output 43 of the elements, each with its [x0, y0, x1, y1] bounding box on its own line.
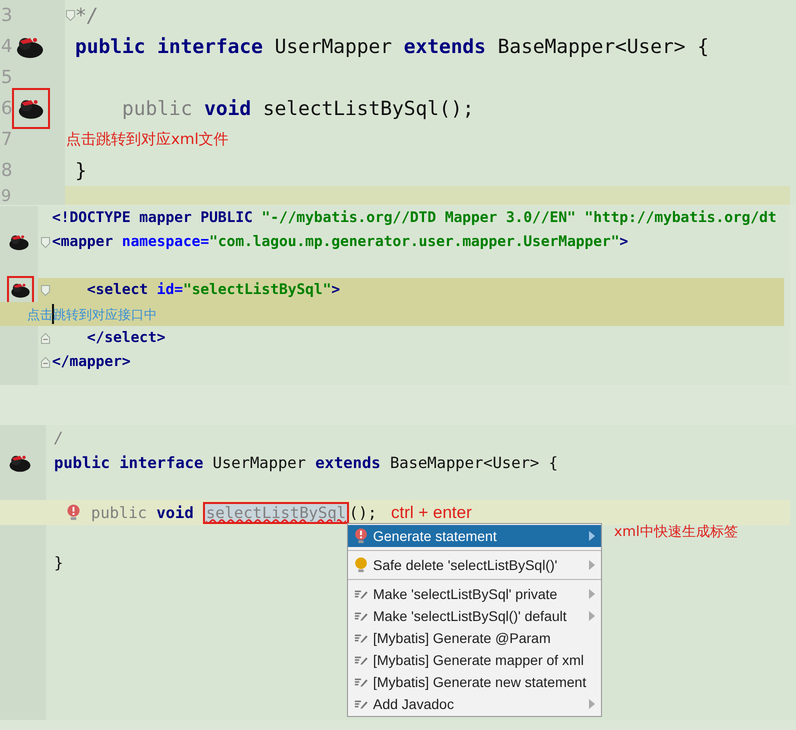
code-text: }	[54, 554, 64, 572]
line-number: 7	[1, 129, 14, 150]
menu-item[interactable]: Safe delete 'selectListBySql()'	[348, 554, 601, 576]
menu-item[interactable]: [Mybatis] Generate mapper of xml	[348, 649, 601, 671]
code-text: ();	[348, 504, 377, 522]
code-text: <!DOCTYPE mapper PUBLIC "-//mybatis.org//DTD Mapper 3.0//EN" "http://mybatis.org/dt	[52, 210, 777, 226]
line-number: 4	[1, 36, 14, 57]
code-text: <mapper namespace="com.lagou.mp.generator.user.mapper.UserMapper">	[52, 234, 628, 250]
fold-icon[interactable]	[40, 356, 50, 368]
line-number: 8	[1, 160, 14, 181]
code-text: */	[75, 4, 98, 27]
annotation-frame: selectListBySql	[203, 502, 349, 524]
code-text: }	[75, 159, 87, 182]
code-text: public interface UserMapper extends BaseMapper<User> {	[54, 454, 558, 472]
menu-item[interactable]: [Mybatis] Generate new statement	[348, 671, 601, 693]
menu-item[interactable]: Add Javadoc	[348, 693, 601, 715]
error-bulb-icon[interactable]	[67, 504, 80, 521]
line-number: 3	[1, 5, 14, 26]
annotation-text: 点击跳转到对应xml文件	[66, 130, 229, 149]
code-text: /	[54, 428, 64, 446]
fold-icon[interactable]	[40, 236, 50, 248]
menu-item[interactable]: Make 'selectListBySql' private	[348, 583, 601, 605]
annotation-text: xml中快速生成标签	[614, 523, 738, 541]
menu-item[interactable]: Generate statement	[348, 525, 601, 547]
code-text: public void selectListBySql();	[120, 97, 474, 120]
code-text: </select>	[86, 330, 166, 346]
code-text: public void	[91, 504, 195, 522]
bird-icon[interactable]	[8, 233, 30, 251]
line-number: 9	[1, 186, 12, 205]
menu-item[interactable]: Make 'selectListBySql()' default	[348, 605, 601, 627]
bird-icon[interactable]	[10, 281, 31, 299]
line-number: 5	[1, 67, 14, 88]
bulb-icon	[354, 557, 368, 573]
fold-icon[interactable]	[66, 10, 74, 21]
line-number: 6	[1, 98, 14, 119]
error-bulb-icon	[354, 528, 368, 544]
bird-icon[interactable]	[17, 97, 45, 120]
menu-item[interactable]: [Mybatis] Generate @Param	[348, 627, 601, 649]
code-text: <select id="selectListBySql">	[86, 282, 340, 298]
fold-icon[interactable]	[40, 332, 50, 344]
code-text: </mapper>	[52, 354, 131, 370]
code-text: public interface UserMapper extends BaseMapper<User> {	[75, 35, 709, 58]
annotation-text: ctrl + enter	[390, 502, 472, 522]
